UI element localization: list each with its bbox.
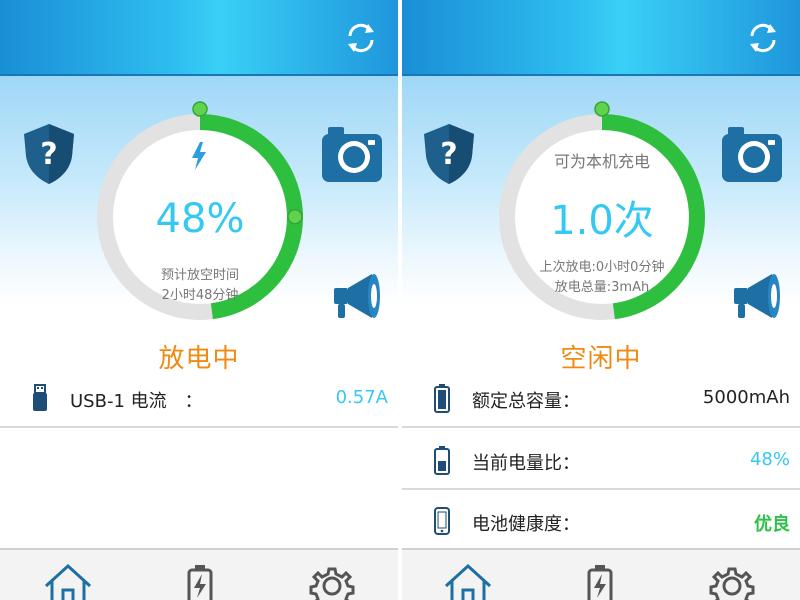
discharge-total: 放电总量:3mAh xyxy=(554,280,650,295)
camera-icon[interactable] xyxy=(720,124,784,184)
battery-full-icon xyxy=(434,384,450,413)
settings-gear-icon[interactable] xyxy=(302,564,362,600)
svg-text:?: ? xyxy=(40,137,57,172)
health-value: 优良 xyxy=(754,514,790,535)
refresh-icon[interactable] xyxy=(744,19,782,57)
bottom-nav xyxy=(0,548,398,600)
charge-ratio-row: 当前电量比： 48% xyxy=(402,432,800,492)
refresh-icon[interactable] xyxy=(342,19,380,57)
usb-current-value: 0.57A xyxy=(335,387,388,408)
health-row: 电池健康度： 优良 xyxy=(402,493,800,553)
usb-icon xyxy=(33,384,47,411)
row-divider xyxy=(402,426,800,428)
usb-current-label: USB-1 电流 ： xyxy=(70,391,203,412)
usb-current-row: USB-1 电流 ： 0.57A xyxy=(0,370,398,430)
megaphone-icon[interactable] xyxy=(330,270,384,322)
battery-percent: 48% xyxy=(155,196,245,242)
battery-panel-discharging: ? 48% 预计放空时间 2小时48分钟 放电中 USB-1 电流 ： 0.57… xyxy=(0,0,398,600)
battery-panel-idle: ? 可为本机充电 1.0次 上次放电:0小时0分钟 放电总量:3mAh 空闲中 … xyxy=(402,0,800,600)
charge-count: 1.0次 xyxy=(550,198,654,244)
capacity-value: 5000mAh xyxy=(702,387,790,408)
megaphone-icon[interactable] xyxy=(730,270,784,322)
charge-title: 可为本机充电 xyxy=(553,152,650,171)
svg-text:?: ? xyxy=(440,137,457,172)
row-divider xyxy=(0,426,398,428)
ring-start-knob xyxy=(192,101,208,117)
capacity-label: 额定总容量： xyxy=(472,391,580,412)
ring-start-knob xyxy=(594,101,610,117)
top-bar xyxy=(0,0,398,76)
bottom-nav xyxy=(402,548,800,600)
health-label: 电池健康度： xyxy=(472,514,580,535)
row-divider xyxy=(402,488,800,490)
charge-ratio-value: 48% xyxy=(749,449,790,470)
estimate-label: 预计放空时间 xyxy=(160,268,239,283)
home-icon[interactable] xyxy=(38,564,98,600)
estimate-value: 2小时48分钟 xyxy=(161,288,239,303)
battery-charging-icon[interactable] xyxy=(170,564,230,600)
help-shield-icon[interactable]: ? xyxy=(22,122,76,186)
settings-gear-icon[interactable] xyxy=(702,564,762,600)
top-bar xyxy=(402,0,800,76)
ring-end-knob xyxy=(287,209,303,225)
battery-charging-icon[interactable] xyxy=(570,564,630,600)
phone-icon xyxy=(434,507,450,535)
help-shield-icon[interactable]: ? xyxy=(422,122,476,186)
camera-icon[interactable] xyxy=(320,124,384,184)
last-discharge: 上次放电:0小时0分钟 xyxy=(539,260,665,275)
charge-ratio-label: 当前电量比： xyxy=(472,453,580,474)
capacity-row: 额定总容量： 5000mAh xyxy=(402,370,800,430)
lightning-bolt-icon xyxy=(192,142,206,170)
home-icon[interactable] xyxy=(438,564,498,600)
battery-half-icon xyxy=(434,446,450,475)
